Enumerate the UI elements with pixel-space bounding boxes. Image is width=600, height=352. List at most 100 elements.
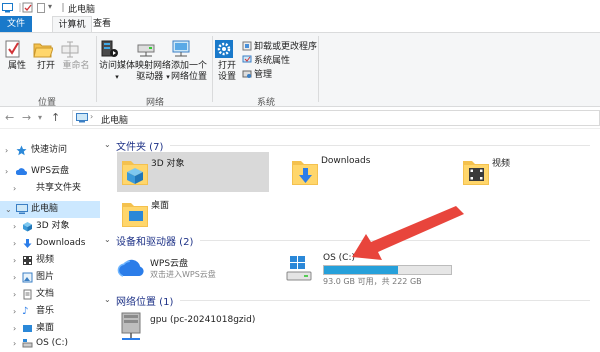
properties-button[interactable]: 属性 [4,39,30,72]
uninstall-programs-button[interactable]: 卸载或更改程序 [242,41,317,53]
tab-file[interactable]: 文件 [0,16,32,32]
3d-objects-icon [22,221,33,232]
nav-item-quick-access[interactable]: › 快速访问 [0,142,100,159]
music-icon: ♪ [22,306,29,317]
network-location-label: gpu (pc-20241018gzid) [150,315,256,325]
map-network-drive-button[interactable]: 映射网络 驱动器 ▾ [135,39,171,83]
nav-item-this-pc[interactable]: ⌄ 此电脑 [0,201,100,218]
breadcrumb[interactable]: 此电脑 [101,113,128,126]
open-settings-button[interactable]: 打开 设置 [214,39,240,83]
ribbon: 属性 打开 重命名 位置 访问媒体 ▾ 映射网络 驱动器 ▾ 添加一个 网络位置 [0,32,600,108]
tab-view[interactable]: 查看 [92,16,112,32]
rename-label: 重命名 [62,61,90,71]
expand-chevron-icon[interactable]: › [5,142,8,159]
desktop-folder-icon [121,197,149,229]
folder-tile-3d-objects[interactable]: 3D 对象 [117,152,269,192]
address-field[interactable]: › 此电脑 [72,110,600,126]
nav-label: 快速访问 [31,145,68,155]
folder-tile-videos[interactable]: 视频 [458,152,590,192]
section-title: 文件夹 (7) [116,142,164,153]
network-section-header[interactable]: ⌄ 网络位置 (1) [100,293,600,308]
folder-tile-desktop[interactable]: 桌面 [117,194,269,234]
expand-chevron-icon[interactable]: › [13,218,16,235]
wps-cloud-tile[interactable]: WPS云盘 双击进入WPS云盘 [114,251,264,285]
add-network-location-button[interactable]: 添加一个 网络位置 [170,39,208,83]
map-drive-icon [135,39,171,59]
collapse-chevron-icon[interactable]: ⌄ [5,201,12,218]
computer-icon [76,113,88,123]
expand-chevron-icon[interactable]: › [13,303,16,320]
download-icon [22,238,33,249]
nav-item-music[interactable]: › ♪ 音乐 [0,303,100,320]
nav-item-shared-folder[interactable]: › 共享文件夹 [0,180,100,197]
new-folder-quick-icon[interactable] [36,2,47,13]
section-title: 网络位置 (1) [116,297,174,308]
open-settings-label-2: 设置 [217,72,236,82]
drive-free-space: 93.0 GB 可用，共 222 GB [323,277,422,286]
media-server-icon [98,39,136,59]
nav-item-videos[interactable]: › 视频 [0,252,100,269]
cloud-icon [116,255,146,279]
expand-chevron-icon[interactable]: › [13,180,16,197]
ribbon-tabs: 文件 计算机 查看 [0,16,600,32]
window-title: 此电脑 [68,5,96,15]
nav-item-documents[interactable]: › 文档 [0,286,100,303]
title-bar: ▾ 此电脑 [0,0,600,16]
system-properties-button[interactable]: 系统属性 [242,55,290,67]
wps-cloud-description: 双击进入WPS云盘 [150,270,216,279]
up-arrow-icon[interactable]: ↑ [51,111,60,124]
system-properties-label: 系统属性 [254,56,291,66]
rename-button[interactable]: 重命名 [60,39,92,72]
expand-chevron-icon[interactable]: › [13,252,16,269]
nav-item-os-c[interactable]: › OS (C:) [0,335,100,352]
expand-chevron-icon[interactable]: › [5,163,8,180]
back-arrow-icon[interactable]: ← [5,111,14,124]
downloads-folder-icon [291,155,319,187]
properties-quick-icon[interactable] [22,2,33,13]
uninstall-icon [242,41,252,51]
collapse-chevron-icon[interactable]: ⌄ [104,235,111,244]
settings-gear-icon [214,39,240,59]
drive-icon [22,338,33,349]
manage-button[interactable]: 管理 [242,69,272,81]
nav-item-3d-objects[interactable]: › 3D 对象 [0,218,100,235]
access-media-label: 访问媒体 [98,61,135,71]
manage-label: 管理 [254,70,273,80]
tab-computer[interactable]: 计算机 [52,16,92,32]
manage-icon [242,69,252,79]
nav-label: 3D 对象 [36,221,70,231]
access-media-button[interactable]: 访问媒体 ▾ [98,39,136,83]
section-divider [170,145,590,146]
nav-item-downloads[interactable]: › Downloads [0,235,100,252]
video-icon [22,255,33,266]
nav-label: 图片 [36,272,55,282]
uninstall-label: 卸载或更改程序 [254,42,318,52]
folder-tile-downloads[interactable]: Downloads [287,152,439,192]
nav-item-wps-cloud[interactable]: › WPS云盘 [0,163,100,180]
desktop-icon [22,323,33,334]
open-label: 打开 [36,61,55,71]
open-settings-label-1: 打开 [217,61,236,71]
breadcrumb-chevron-icon[interactable]: › [90,112,93,121]
folders-section-header[interactable]: ⌄ 文件夹 (7) [100,138,600,153]
network-location-icon [170,39,208,59]
expand-chevron-icon[interactable]: › [13,269,16,286]
annotation-arrow-icon [352,206,464,260]
nav-item-pictures[interactable]: › 图片 [0,269,100,286]
expand-chevron-icon[interactable]: › [13,235,16,252]
nav-label: 此电脑 [31,204,59,214]
map-drive-label-1: 映射网络 [135,61,172,71]
forward-arrow-icon[interactable]: → [22,111,31,124]
window-icon [2,2,13,13]
videos-folder-icon [462,155,490,187]
expand-chevron-icon[interactable]: › [13,286,16,303]
open-button[interactable]: 打开 [33,39,59,72]
star-icon [16,145,27,156]
collapse-chevron-icon[interactable]: ⌄ [104,295,111,304]
recent-locations-icon[interactable]: ▾ [38,113,42,122]
section-title: 设备和驱动器 (2) [116,237,194,248]
expand-chevron-icon[interactable]: › [13,335,16,352]
collapse-chevron-icon[interactable]: ⌄ [104,140,111,149]
3d-objects-folder-icon [121,155,149,187]
network-location-gpu[interactable]: gpu (pc-20241018gzid) [114,308,314,346]
